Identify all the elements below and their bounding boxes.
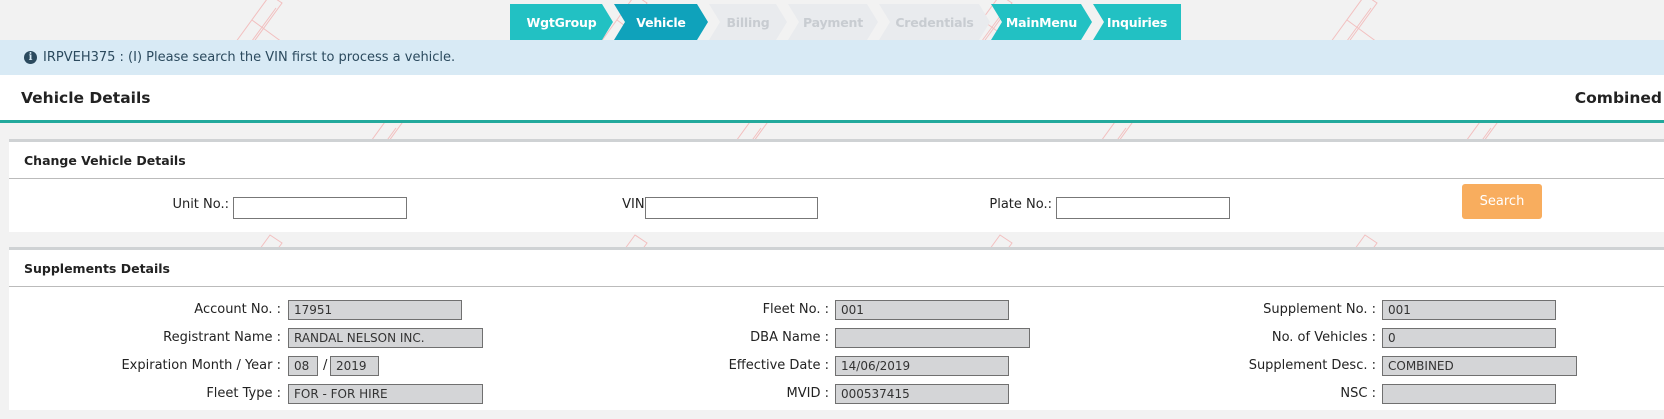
fleet-type-field (288, 384, 483, 404)
unit-no-input[interactable] (233, 197, 407, 219)
nsc-label: NSC : (1340, 386, 1376, 401)
step-label: Billing (726, 14, 770, 30)
change-vehicle-panel: Change Vehicle Details Unit No.: VIN: Pl… (9, 139, 1664, 232)
effective-date-field (835, 356, 1009, 376)
effective-date-label: Effective Date : (728, 358, 829, 373)
page-title: Vehicle Details (21, 88, 151, 107)
dba-name-label: DBA Name : (750, 330, 829, 345)
fleet-no-field (835, 300, 1009, 320)
fleet-type-label: Fleet Type : (206, 386, 281, 401)
step-mainmenu[interactable]: MainMenu (991, 4, 1092, 40)
step-wgtgroup[interactable]: WgtGroup (510, 4, 613, 40)
info-message: IRPVEH375 : (I) Please search the VIN fi… (43, 50, 456, 65)
supplement-no-field (1382, 300, 1556, 320)
supplements-panel: Supplements Details Account No. : Regist… (9, 247, 1664, 410)
unit-no-label: Unit No.: (172, 197, 229, 212)
supplement-desc-field (1382, 356, 1577, 376)
step-label: Credentials (895, 14, 974, 30)
plate-no-label: Plate No.: (989, 197, 1052, 212)
mvid-label: MVID : (786, 386, 829, 401)
expiration-label: Expiration Month / Year : (121, 358, 281, 373)
plate-no-input[interactable] (1056, 197, 1230, 219)
account-no-field (288, 300, 462, 320)
expiration-separator: / (323, 358, 328, 373)
supplements-header: Supplements Details (9, 250, 1664, 287)
supplement-desc-label: Supplement Desc. : (1248, 358, 1376, 373)
step-label: MainMenu (1005, 14, 1078, 30)
supplement-no-label: Supplement No. : (1263, 302, 1376, 317)
fleet-no-label: Fleet No. : (762, 302, 829, 317)
vin-input[interactable] (645, 197, 818, 219)
no-of-vehicles-field (1382, 328, 1556, 348)
step-vehicle[interactable]: Vehicle (614, 4, 708, 40)
registrant-name-label: Registrant Name : (163, 330, 281, 345)
step-label: Payment (802, 14, 863, 30)
step-label: WgtGroup (526, 14, 597, 30)
page-title-bar: Vehicle Details Combined (0, 75, 1664, 123)
registration-mode-label: Combined (1574, 88, 1662, 107)
expiration-month-field (288, 356, 318, 376)
no-of-vehicles-label: No. of Vehicles : (1271, 330, 1376, 345)
step-label: Inquiries (1106, 14, 1168, 30)
mvid-field (835, 384, 1009, 404)
step-payment: Payment (788, 4, 878, 40)
registrant-name-field (288, 328, 483, 348)
info-circle-icon: i (24, 51, 37, 64)
step-credentials: Credentials (879, 4, 990, 40)
vin-label: VIN: (622, 197, 649, 212)
expiration-year-field (330, 356, 379, 376)
step-inquiries[interactable]: Inquiries (1093, 4, 1181, 40)
change-vehicle-header: Change Vehicle Details (9, 142, 1664, 179)
dba-name-field (835, 328, 1030, 348)
search-button[interactable]: Search (1462, 184, 1542, 219)
step-label: Vehicle (636, 14, 686, 30)
info-message-bar: i IRPVEH375 : (I) Please search the VIN … (0, 40, 1664, 75)
account-no-label: Account No. : (194, 302, 281, 317)
nsc-field (1382, 384, 1556, 404)
step-billing: Billing (709, 4, 787, 40)
